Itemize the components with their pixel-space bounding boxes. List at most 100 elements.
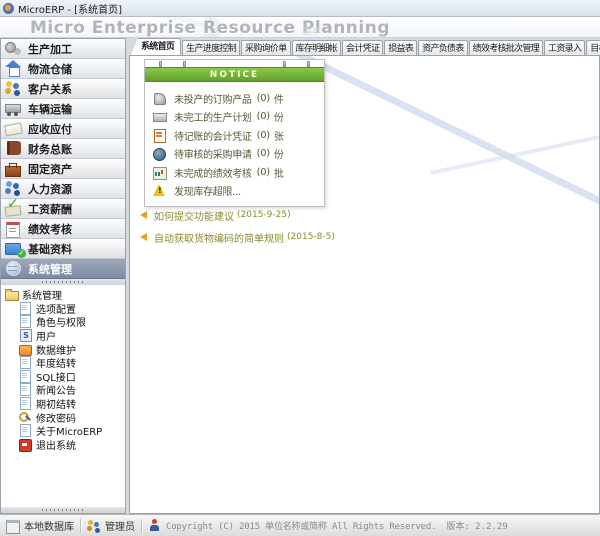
customers-icon (4, 80, 24, 97)
window-title: MicroERP - [系统首页] (18, 4, 122, 16)
tree-item-data-maintenance[interactable]: 数据维护 (5, 342, 125, 357)
banner-title: Micro Enterprise Resource Planning (30, 18, 390, 38)
gears-icon (4, 40, 24, 57)
sidebar-item-label: 系统管理 (28, 262, 72, 276)
tree-item-about[interactable]: 关于MicroERP (5, 424, 125, 438)
notice-pins (145, 60, 324, 67)
person-icon (148, 519, 162, 532)
notice-text: 待审核的采购申请 (174, 150, 252, 162)
document-icon (19, 424, 32, 438)
notice-text: 待记账的会计凭证 (174, 131, 252, 143)
notice-item-pending-purchase-requests[interactable]: 待审核的采购申请 (0) 份 (153, 145, 318, 164)
tree-item-exit[interactable]: 退出系统 (5, 438, 125, 452)
notice-text: 未完工的生产计划 (174, 113, 252, 125)
truck-icon (4, 100, 24, 117)
people-icon (4, 180, 24, 197)
status-user-label: 管理员 (105, 522, 135, 533)
warehouse-icon (4, 60, 24, 77)
tree-item-sql-interface[interactable]: SQL接口 (5, 369, 125, 384)
tab-system-home[interactable]: 系统首页 (131, 38, 182, 55)
notice-text: 未投产的订购产品 (174, 94, 252, 106)
sidebar-item-ledger[interactable]: 财务总账 (1, 139, 125, 159)
tab-income-statement[interactable]: 损益表 (384, 40, 418, 55)
title-bar: MicroERP - [系统首页] (0, 0, 600, 17)
notice-count: (0) (256, 129, 271, 141)
tab-salary-entry[interactable]: 工资录入 (544, 40, 586, 55)
bullet-arrow-icon (140, 233, 147, 241)
sidebar-item-production[interactable]: 生产加工 (1, 39, 125, 59)
tree-item-annual-carryover[interactable]: 年度结转 (5, 356, 125, 370)
sidebar-item-system-admin[interactable]: 系统管理 (1, 259, 125, 279)
tree-bottom-splitter[interactable] (1, 507, 125, 513)
globe-icon (4, 260, 24, 277)
notice-unit: 份 (273, 150, 284, 162)
pin-icon (183, 61, 186, 67)
watermark-line (430, 108, 599, 175)
warning-icon (153, 184, 167, 197)
sidebar-item-payables[interactable]: 应收应付 (1, 119, 125, 139)
sidebar-item-base-data[interactable]: 基础资料 (1, 239, 125, 259)
announcement-link-goods-code-rule[interactable]: 自动获取货物编码的简单规则 (2015-8-5) (140, 226, 335, 248)
tree-item-opening-carryover[interactable]: 期初结转 (5, 397, 125, 411)
tab-performance-batch[interactable]: 绩效考核批次管理 (468, 40, 544, 55)
tab-production-progress[interactable]: 生产进度控制 (182, 40, 241, 55)
tab-inventory-detail[interactable]: 库存明细帐 (291, 40, 342, 55)
notice-unit: 份 (273, 113, 284, 125)
sidebar-item-label: 人力资源 (28, 182, 72, 196)
notice-count: (0) (256, 111, 271, 123)
tree-root-system-admin[interactable]: 系统管理 (5, 288, 125, 302)
sidebar-item-label: 生产加工 (28, 42, 72, 56)
app-window: MicroERP - [系统首页] Micro Enterprise Resou… (0, 0, 600, 536)
folder-icon (153, 110, 167, 123)
tab-accounting-voucher[interactable]: 会计凭证 (342, 40, 384, 55)
database-icon (6, 519, 20, 534)
tree-item-news[interactable]: 新闻公告 (5, 383, 125, 397)
tab-balance-sheet[interactable]: 资产负债表 (418, 40, 468, 55)
sidebar-item-fixed-assets[interactable]: 固定资产 (1, 159, 125, 179)
database-icon (19, 343, 32, 356)
user-icon (19, 329, 32, 343)
sidebar-item-label: 财务总账 (28, 142, 72, 156)
notice-item-unfinished-plans[interactable]: 未完工的生产计划 (0) 份 (153, 108, 318, 127)
sidebar-item-payroll[interactable]: 工资薪酬 (1, 196, 125, 219)
content-area: 生产加工 物流仓储 客户关系 车辆运输 应收应付 财务总账 固定资产 人力资源 … (0, 38, 600, 514)
tree-item-options[interactable]: 选项配置 (5, 301, 125, 316)
document-icon (19, 397, 32, 411)
sidebar-item-label: 绩效考核 (28, 222, 72, 236)
envelope-icon (4, 120, 24, 137)
notice-item-unfinished-reviews[interactable]: 未完成的绩效考核 (0) 批 (153, 163, 318, 182)
watermark-line (286, 56, 599, 298)
status-database-label: 本地数据库 (24, 522, 74, 533)
exit-icon (19, 438, 32, 452)
notice-item-unposted-vouchers[interactable]: 待记账的会计凭证 (0) 张 (153, 126, 318, 145)
sidebar-item-customer[interactable]: 客户关系 (1, 79, 125, 99)
link-date: (2015-9-25) (237, 210, 291, 220)
bullet-arrow-icon (140, 211, 147, 219)
tree-label: 退出系统 (36, 440, 76, 452)
sidebar-item-label: 固定资产 (28, 162, 72, 176)
sidebar-item-warehouse[interactable]: 物流仓储 (1, 59, 125, 79)
tab-strip: 系统首页 生产进度控制 采购询价单 库存明细帐 会计凭证 损益表 资产负债表 绩… (129, 38, 600, 55)
status-user: 管理员 (81, 518, 141, 533)
notice-item-unstarted-orders[interactable]: 未投产的订购产品 (0) 件 (153, 89, 318, 108)
tree-item-users[interactable]: 用户 (5, 329, 125, 343)
sidebar-item-performance[interactable]: 绩效考核 (1, 219, 125, 239)
document-icon (19, 383, 32, 397)
sidebar-item-label: 基础资料 (28, 242, 72, 256)
accordion-splitter[interactable] (1, 279, 125, 285)
announcement-links: 如何提交功能建议 (2015-9-25) 自动获取货物编码的简单规则 (2015… (140, 204, 335, 248)
notice-count: (0) (256, 166, 271, 178)
notice-item-stock-limit-warning[interactable]: 发现库存超限... (153, 182, 318, 201)
document-icon (19, 315, 32, 329)
announcement-link-suggestions[interactable]: 如何提交功能建议 (2015-9-25) (140, 204, 335, 226)
notice-board: NOTICE 未投产的订购产品 (0) 件 未完工的生产计划 (0) 份 待记账… (144, 59, 325, 207)
sidebar-item-hr[interactable]: 人力资源 (1, 179, 125, 199)
document-icon (19, 369, 32, 383)
tab-purchase-inquiry[interactable]: 采购询价单 (241, 40, 291, 55)
toolbox-icon (4, 160, 24, 177)
tab-target-plan[interactable]: 目标计划 (586, 40, 600, 55)
sidebar-item-transport[interactable]: 车辆运输 (1, 99, 125, 119)
tree-item-roles[interactable]: 角色与权限 (5, 315, 125, 329)
key-icon (19, 411, 32, 424)
tree-item-change-password[interactable]: 修改密码 (5, 410, 125, 425)
